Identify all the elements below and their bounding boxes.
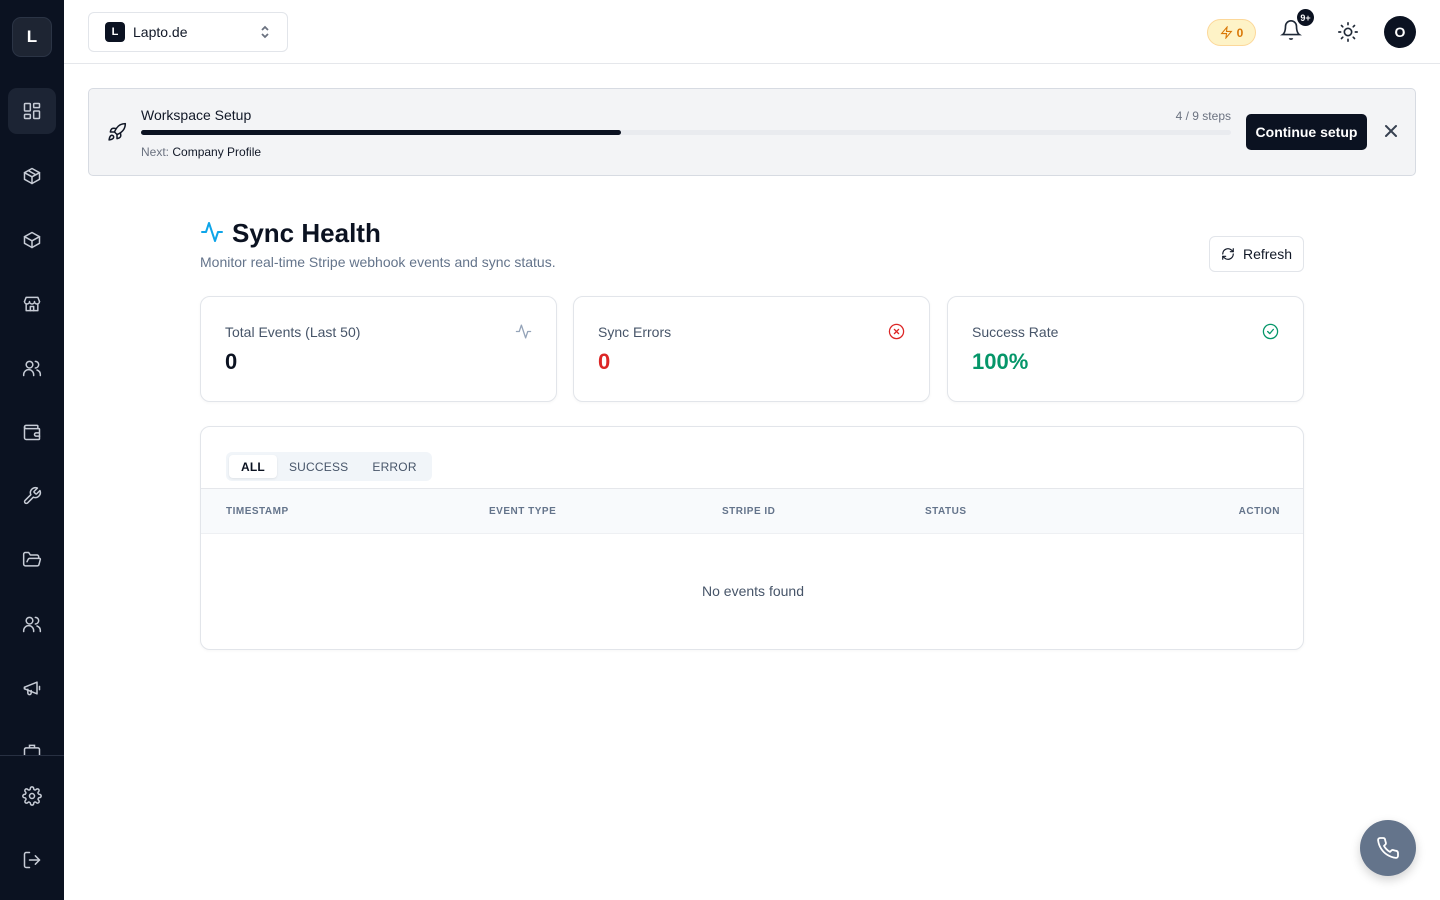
continue-setup-button[interactable]: Continue setup xyxy=(1246,114,1367,150)
logout-icon xyxy=(23,851,41,869)
sidebar-item-settings[interactable] xyxy=(8,773,56,819)
stat-label: Sync Errors xyxy=(598,324,672,340)
chevrons-up-down-icon xyxy=(259,24,271,40)
users-icon xyxy=(22,360,42,377)
rocket-icon xyxy=(107,122,127,142)
stat-value: 100% xyxy=(972,349,1029,374)
column-header-action: ACTION xyxy=(1238,506,1280,517)
workspace-avatar: L xyxy=(105,22,125,42)
zap-icon xyxy=(1220,26,1233,39)
megaphone-icon xyxy=(23,681,41,696)
status-filter-tabs: ALL SUCCESS ERROR xyxy=(226,452,432,481)
tab-error[interactable]: ERROR xyxy=(360,455,428,478)
sidebar-item-dashboard[interactable] xyxy=(8,88,56,134)
tab-all[interactable]: ALL xyxy=(229,455,277,478)
briefcase-icon xyxy=(23,744,41,755)
stat-value: 0 xyxy=(225,349,238,374)
sun-icon xyxy=(1338,22,1358,42)
theme-toggle[interactable] xyxy=(1337,21,1359,43)
wallet-icon xyxy=(23,424,41,441)
stat-card-sync-errors: Sync Errors 0 xyxy=(573,296,930,402)
sidebar-item-more-partial[interactable] xyxy=(22,742,42,755)
close-icon[interactable] xyxy=(1384,124,1398,138)
setup-next-value: Company Profile xyxy=(172,145,262,159)
workspace-setup-banner: Workspace Setup 4 / 9 steps Next: Compan… xyxy=(88,88,1416,176)
sidebar-item-tools[interactable] xyxy=(8,473,56,519)
refresh-icon xyxy=(1222,248,1234,260)
events-panel: ALL SUCCESS ERROR TIMESTAMP EVENT TYPE S… xyxy=(200,426,1304,650)
setup-progress-fill xyxy=(141,130,621,135)
app-logo[interactable]: L xyxy=(12,17,52,57)
credits-count: 0 xyxy=(1236,25,1244,40)
setup-next-label: Next: xyxy=(141,145,170,159)
page-subtitle: Monitor real-time Stripe webhook events … xyxy=(200,254,556,270)
column-header-event-type[interactable]: EVENT TYPE xyxy=(489,506,556,517)
notifications-badge: 9+ xyxy=(1297,9,1314,26)
sidebar-item-marketing[interactable] xyxy=(8,665,56,711)
refresh-label: Refresh xyxy=(1242,246,1293,262)
wrench-icon xyxy=(23,486,42,505)
x-circle-icon xyxy=(888,323,905,340)
empty-state: No events found xyxy=(702,583,804,599)
table-header: TIMESTAMP EVENT TYPE STRIPE ID STATUS AC… xyxy=(201,488,1303,534)
sidebar-divider xyxy=(0,755,64,756)
stat-label: Total Events (Last 50) xyxy=(225,324,361,340)
stat-label: Success Rate xyxy=(972,324,1059,340)
sidebar-item-products[interactable] xyxy=(8,153,56,199)
store-icon xyxy=(23,296,41,312)
setup-next: Next: Company Profile xyxy=(141,145,261,159)
sidebar: L xyxy=(0,0,64,900)
sidebar-item-files[interactable] xyxy=(8,537,56,583)
stat-value: 0 xyxy=(598,349,611,374)
setup-title: Workspace Setup xyxy=(141,107,252,123)
column-header-timestamp[interactable]: TIMESTAMP xyxy=(226,506,289,517)
column-header-status[interactable]: STATUS xyxy=(925,506,967,517)
settings-icon xyxy=(22,786,42,806)
folder-icon xyxy=(22,551,42,567)
team-icon xyxy=(22,616,42,633)
refresh-button[interactable]: Refresh xyxy=(1209,236,1304,272)
top-header: L Lapto.de 0 9+ O xyxy=(64,0,1440,64)
activity-icon xyxy=(515,323,532,340)
package-icon xyxy=(23,167,41,185)
activity-icon xyxy=(200,220,224,244)
sidebar-item-customers[interactable] xyxy=(8,345,56,391)
stat-card-success-rate: Success Rate 100% xyxy=(947,296,1304,402)
sidebar-item-inventory[interactable] xyxy=(8,217,56,263)
phone-icon xyxy=(1377,837,1399,859)
page-title: Sync Health xyxy=(232,218,381,248)
stat-card-total-events: Total Events (Last 50) 0 xyxy=(200,296,557,402)
tab-success[interactable]: SUCCESS xyxy=(277,455,360,478)
setup-progress-track xyxy=(141,130,1231,135)
sidebar-item-store[interactable] xyxy=(8,281,56,327)
setup-steps: 4 / 9 steps xyxy=(1175,109,1231,123)
dashboard-icon xyxy=(23,102,41,120)
user-avatar[interactable]: O xyxy=(1384,16,1416,48)
sidebar-item-team[interactable] xyxy=(8,601,56,647)
column-header-stripe-id[interactable]: STRIPE ID xyxy=(722,506,775,517)
sidebar-item-wallet[interactable] xyxy=(8,409,56,455)
workspace-switcher[interactable]: L Lapto.de xyxy=(88,12,288,52)
box-icon xyxy=(23,231,41,249)
sidebar-item-logout[interactable] xyxy=(8,837,56,883)
call-support-button[interactable] xyxy=(1360,820,1416,876)
credits-badge[interactable]: 0 xyxy=(1207,19,1256,46)
workspace-name: Lapto.de xyxy=(133,24,188,40)
check-circle-icon xyxy=(1262,323,1279,340)
